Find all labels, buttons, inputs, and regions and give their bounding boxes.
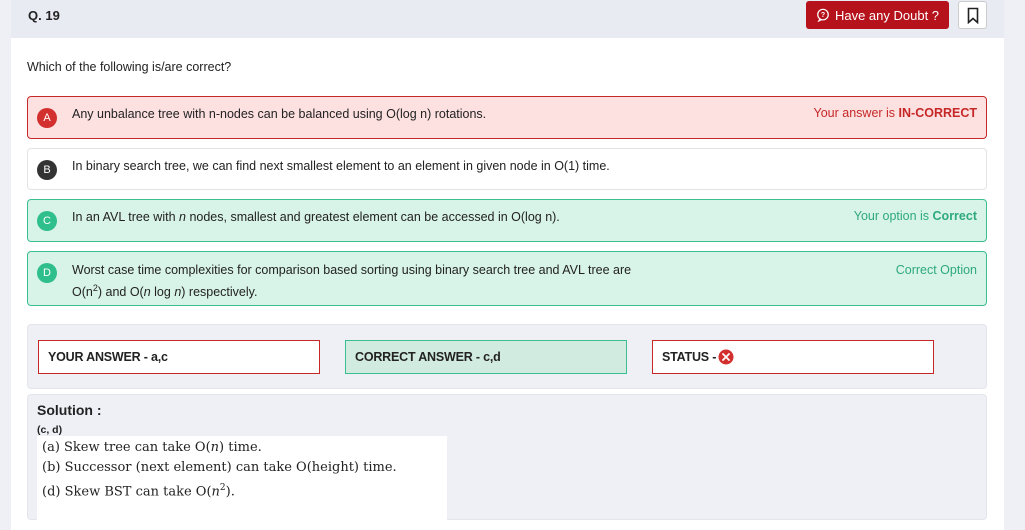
bookmark-button[interactable] — [958, 1, 987, 29]
solution-line-a: (a) Skew tree can take O(n) time. — [42, 438, 442, 458]
option-a-status: Your answer is IN-CORRECT — [814, 106, 977, 120]
solution-answer: (c, d) — [37, 424, 63, 436]
solution-line-d-pre: (d) Skew BST can take O( — [42, 484, 212, 500]
solution-line-a-post: ) time. — [219, 440, 262, 455]
option-c-status-value: Correct — [932, 209, 977, 223]
option-a-status-value: IN-CORRECT — [898, 106, 977, 120]
solution-line-a-pre: (a) Skew tree can take O( — [42, 440, 211, 455]
answer-summary-panel: YOUR ANSWER - a,c CORRECT ANSWER - c,d S… — [27, 324, 987, 389]
question-number: Q. 19 — [28, 8, 60, 23]
option-b-badge: B — [37, 160, 57, 180]
have-doubt-button[interactable]: ? Have any Doubt ? — [806, 1, 949, 29]
option-b[interactable]: B In binary search tree, we can find nex… — [27, 148, 987, 190]
solution-title: Solution : — [37, 402, 102, 418]
cross-circle-icon — [718, 349, 734, 365]
option-a-text: Any unbalance tree with n-nodes can be b… — [72, 107, 487, 121]
option-a-status-prefix: Your answer is — [813, 106, 899, 120]
option-c[interactable]: C In an AVL tree with n nodes, smallest … — [27, 199, 987, 242]
doubt-bubble-icon: ? — [817, 8, 829, 22]
correct-answer-box: CORRECT ANSWER - c,d — [345, 340, 627, 374]
question-text: Which of the following is/are correct? — [27, 60, 232, 74]
bookmark-icon — [967, 7, 978, 24]
option-b-text: In binary search tree, we can find next … — [72, 159, 610, 173]
solution-explanation: (a) Skew tree can take O(n) time. (b) Su… — [37, 436, 447, 520]
option-d-line2-d: ) respectively. — [181, 285, 258, 300]
status-box: STATUS - — [652, 340, 934, 374]
solution-line-d: (d) Skew BST can take O(n2). — [42, 478, 442, 500]
option-c-text: In an AVL tree with n nodes, smallest an… — [72, 208, 560, 226]
option-d-text: Worst case time complexities for compari… — [72, 261, 631, 301]
option-c-text-post: nodes, smallest and greatest element can… — [185, 210, 560, 224]
solution-line-a-italic: n — [210, 440, 220, 455]
option-a[interactable]: A Any unbalance tree with n-nodes can be… — [27, 96, 987, 139]
option-c-text-pre: In an AVL tree with — [72, 210, 180, 224]
option-d-line2-a: O(n — [72, 285, 93, 300]
solution-panel: Solution : (c, d) (a) Skew tree can take… — [27, 394, 987, 520]
have-doubt-label: Have any Doubt ? — [834, 7, 940, 23]
option-d[interactable]: D Worst case time complexities for compa… — [27, 251, 987, 306]
option-a-badge: A — [37, 108, 57, 128]
option-d-line2-c: log — [150, 285, 175, 300]
option-c-status-prefix: Your option is — [853, 209, 933, 223]
option-d-badge: D — [37, 263, 57, 283]
option-d-status: Correct Option — [895, 263, 977, 277]
option-c-status: Your option is Correct — [854, 209, 977, 223]
status-label: STATUS - — [662, 350, 717, 364]
svg-text:?: ? — [821, 12, 825, 19]
option-d-line2-i1: n — [143, 285, 151, 300]
solution-line-d-post: ). — [225, 484, 235, 500]
option-d-line2-b: ) and O( — [97, 285, 144, 300]
option-c-text-italic: n — [179, 210, 186, 224]
solution-line-b: (b) Successor (next element) can take O(… — [42, 460, 397, 475]
solution-line-d-italic: n — [211, 484, 220, 500]
option-c-badge: C — [37, 211, 57, 231]
your-answer-box: YOUR ANSWER - a,c — [38, 340, 320, 374]
option-d-line1: Worst case time complexities for compari… — [72, 263, 632, 277]
